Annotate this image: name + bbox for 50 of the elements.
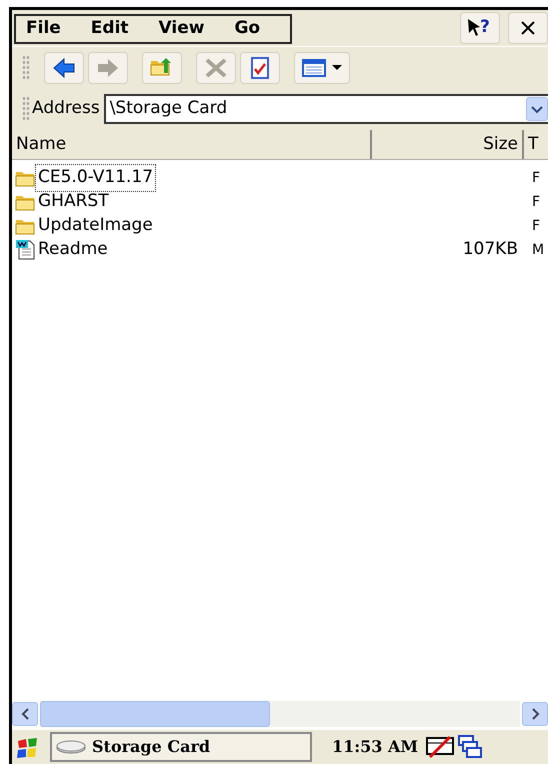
menu-item[interactable]: Go bbox=[218, 16, 274, 42]
taskbar-label: Storage Card bbox=[92, 736, 210, 758]
folder-up-icon bbox=[150, 56, 174, 78]
chevron-left-icon bbox=[20, 708, 30, 720]
scrollbar-thumb[interactable] bbox=[40, 701, 270, 727]
file-name[interactable]: CE5.0-V11.17 bbox=[35, 164, 156, 192]
file-type: M bbox=[532, 242, 544, 258]
start-button[interactable] bbox=[16, 735, 38, 759]
scroll-left-button[interactable] bbox=[12, 702, 38, 726]
windows-logo-icon bbox=[16, 736, 38, 759]
scroll-right-button[interactable] bbox=[522, 702, 548, 726]
address-field[interactable]: \Storage Card bbox=[104, 94, 548, 124]
column-header[interactable]: T bbox=[524, 130, 548, 159]
properties-button[interactable] bbox=[240, 52, 280, 84]
desktop-button[interactable] bbox=[458, 734, 482, 760]
menu-item[interactable]: View bbox=[142, 16, 218, 42]
document-icon bbox=[15, 239, 35, 261]
file-type: F bbox=[532, 170, 540, 186]
file-type: F bbox=[532, 218, 540, 234]
column-header[interactable]: Name bbox=[12, 130, 372, 159]
menu-item[interactable]: File bbox=[26, 16, 75, 42]
chevron-right-icon bbox=[530, 708, 540, 720]
address-label: Address bbox=[32, 97, 100, 120]
caret-icon bbox=[332, 65, 342, 70]
close-button[interactable] bbox=[508, 12, 548, 44]
column-header[interactable]: Size bbox=[372, 130, 524, 159]
close-icon bbox=[519, 19, 537, 37]
file-size: 107KB bbox=[462, 239, 518, 260]
views-button[interactable] bbox=[294, 52, 350, 84]
input-panel-button[interactable] bbox=[426, 734, 454, 760]
grip-handle[interactable] bbox=[22, 96, 30, 122]
clock: 11:53 AM bbox=[331, 736, 420, 758]
forward-arrow-icon bbox=[96, 56, 120, 78]
delete-icon bbox=[204, 56, 228, 78]
help-button[interactable]: ? bbox=[460, 12, 500, 44]
keyboard-pen-icon bbox=[426, 735, 454, 760]
properties-icon bbox=[248, 56, 272, 78]
address-text: \Storage Card bbox=[110, 97, 228, 120]
file-type: F bbox=[532, 194, 540, 210]
back-arrow-icon bbox=[52, 56, 76, 78]
dropdown-button[interactable] bbox=[526, 97, 548, 121]
menu-item[interactable]: Edit bbox=[74, 16, 143, 42]
taskbar-button[interactable]: Storage Card bbox=[50, 732, 312, 762]
drive-icon bbox=[56, 739, 86, 755]
windows-stack-icon bbox=[458, 735, 482, 760]
chevron-down-icon bbox=[531, 104, 543, 114]
back-button[interactable] bbox=[44, 52, 84, 84]
grip-handle[interactable] bbox=[22, 54, 30, 80]
views-icon bbox=[302, 56, 326, 78]
up-button[interactable] bbox=[142, 52, 182, 84]
